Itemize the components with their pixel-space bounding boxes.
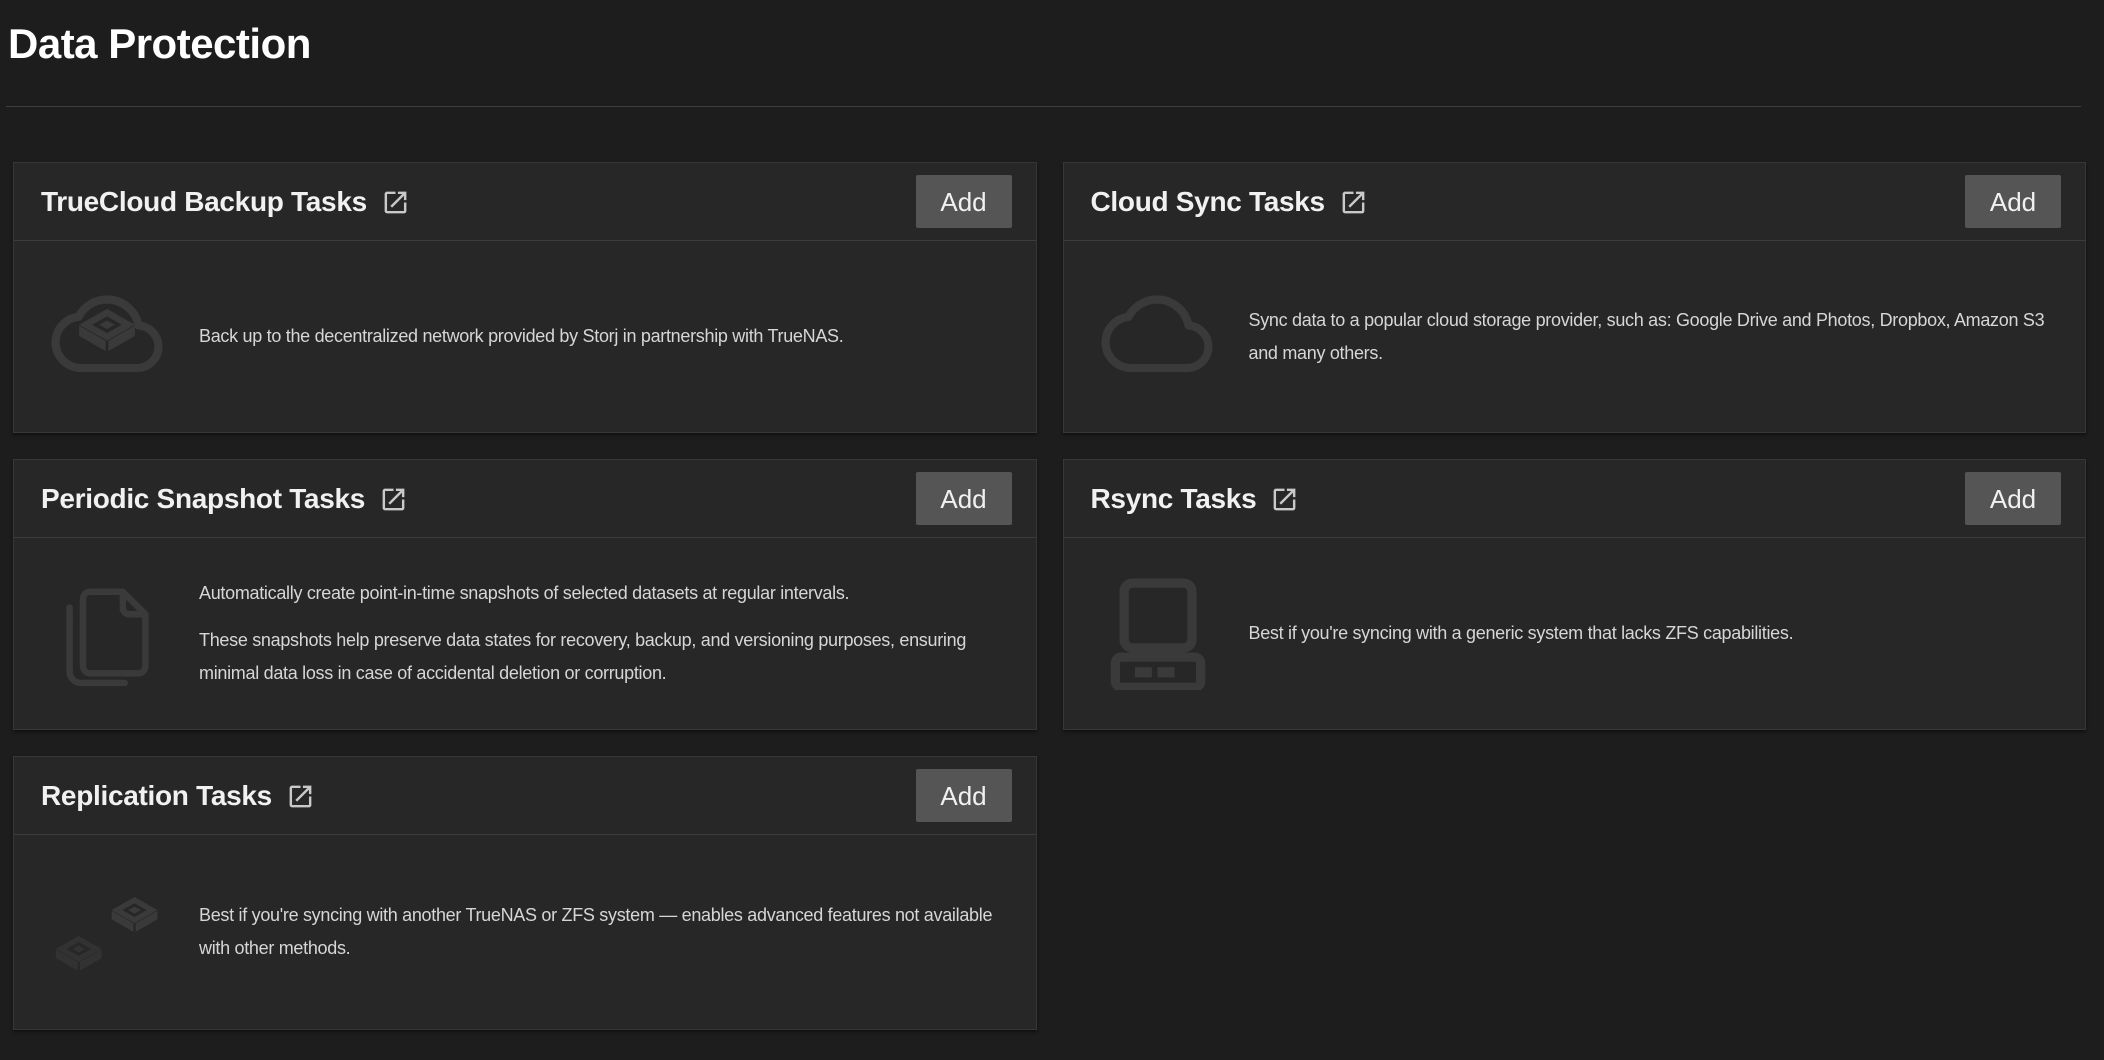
open-in-new-icon (1270, 485, 1299, 514)
card-description: Best if you're syncing with another True… (199, 899, 1010, 965)
card-header: Replication Tasks Add (14, 757, 1036, 835)
description-paragraph: Automatically create point-in-time snaps… (199, 577, 1010, 610)
add-periodic-snapshot-button[interactable]: Add (916, 472, 1012, 525)
add-truecloud-backup-button[interactable]: Add (916, 175, 1012, 228)
card-rsync-tasks: Rsync Tasks Add Best if you're syncing w… (1063, 459, 2087, 730)
description-paragraph: These snapshots help preserve data state… (199, 624, 1010, 690)
card-header: Rsync Tasks Add (1064, 460, 2086, 538)
card-body: Sync data to a popular cloud storage pro… (1064, 241, 2086, 432)
card-body: Automatically create point-in-time snaps… (14, 538, 1036, 729)
card-header: Cloud Sync Tasks Add (1064, 163, 2086, 241)
storj-cloud-icon (47, 284, 167, 390)
cloud-sync-tasks-link[interactable]: Cloud Sync Tasks (1091, 186, 1368, 218)
card-body: Best if you're syncing with a generic sy… (1064, 538, 2086, 729)
open-in-new-icon (1339, 188, 1368, 217)
card-cloud-sync-tasks: Cloud Sync Tasks Add Sync data to a popu… (1063, 162, 2087, 433)
page-title: Data Protection (8, 20, 2104, 68)
description-paragraph: Best if you're syncing with a generic sy… (1249, 617, 1794, 650)
description-paragraph: Best if you're syncing with another True… (199, 899, 1010, 965)
title-divider (6, 106, 2081, 107)
card-header: Periodic Snapshot Tasks Add (14, 460, 1036, 538)
add-replication-button[interactable]: Add (916, 769, 1012, 822)
description-paragraph: Sync data to a popular cloud storage pro… (1249, 304, 2060, 370)
card-body: Best if you're syncing with another True… (14, 835, 1036, 1029)
card-description: Back up to the decentralized network pro… (199, 320, 843, 353)
card-header: TrueCloud Backup Tasks Add (14, 163, 1036, 241)
rsync-tasks-link[interactable]: Rsync Tasks (1091, 483, 1300, 515)
card-description: Sync data to a popular cloud storage pro… (1249, 304, 2060, 370)
cloud-icon (1097, 284, 1217, 390)
description-paragraph: Back up to the decentralized network pro… (199, 320, 843, 353)
data-protection-card-grid: TrueCloud Backup Tasks Add Back up to th… (13, 162, 2086, 1030)
card-replication-tasks: Replication Tasks Add (13, 756, 1037, 1030)
card-description: Best if you're syncing with a generic sy… (1249, 617, 1794, 650)
snapshot-documents-icon (47, 570, 167, 697)
card-periodic-snapshot-tasks: Periodic Snapshot Tasks Add Automaticall… (13, 459, 1037, 730)
computer-icon (1097, 578, 1217, 690)
open-in-new-icon (286, 782, 315, 811)
card-title: TrueCloud Backup Tasks (41, 186, 367, 218)
add-cloud-sync-button[interactable]: Add (1965, 175, 2061, 228)
open-in-new-icon (379, 485, 408, 514)
add-rsync-button[interactable]: Add (1965, 472, 2061, 525)
periodic-snapshot-tasks-link[interactable]: Periodic Snapshot Tasks (41, 483, 408, 515)
card-title: Rsync Tasks (1091, 483, 1257, 515)
card-title: Replication Tasks (41, 780, 272, 812)
card-title: Cloud Sync Tasks (1091, 186, 1325, 218)
card-body: Back up to the decentralized network pro… (14, 241, 1036, 432)
replication-tasks-link[interactable]: Replication Tasks (41, 780, 315, 812)
replication-boxes-icon (47, 861, 167, 1003)
open-in-new-icon (381, 188, 410, 217)
card-description: Automatically create point-in-time snaps… (199, 577, 1010, 690)
card-title: Periodic Snapshot Tasks (41, 483, 365, 515)
truecloud-backup-tasks-link[interactable]: TrueCloud Backup Tasks (41, 186, 410, 218)
card-truecloud-backup-tasks: TrueCloud Backup Tasks Add Back up to th… (13, 162, 1037, 433)
